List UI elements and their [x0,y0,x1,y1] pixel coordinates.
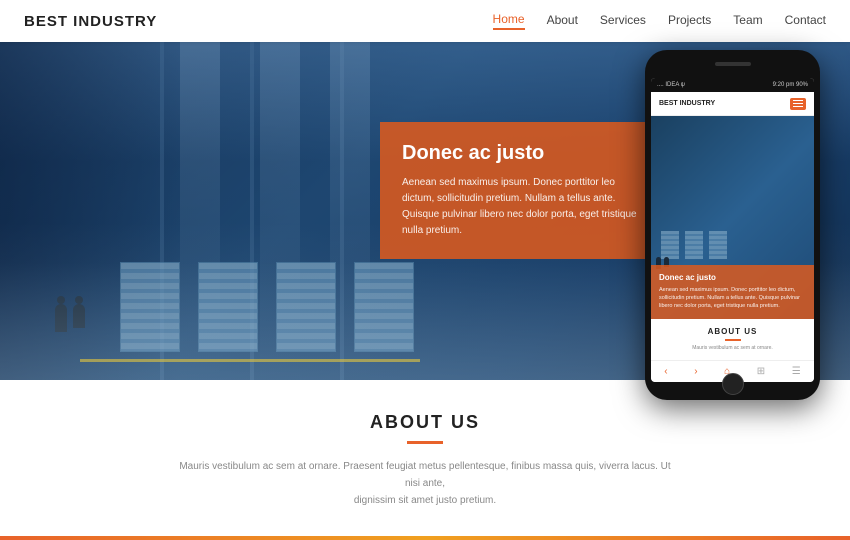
main-nav: Home About Services Projects Team Contac… [493,12,826,30]
phone-about-underline [725,339,741,341]
phone-door-1 [661,231,679,259]
site-logo: BEST INDUSTRY [24,13,157,30]
phone-hero-card: Donec ac justo Aenean sed maximus ipsum.… [651,265,814,319]
nav-services[interactable]: Services [600,13,646,29]
nav-about[interactable]: About [547,13,578,29]
about-text: Mauris vestibulum ac sem at ornare. Prae… [175,458,675,509]
phone-speaker [715,62,751,66]
phone-status-bar: .... IDEA ψ 9:20 pm 90% [651,78,814,92]
phone-home-button[interactable] [722,373,744,395]
nav-contact[interactable]: Contact [785,13,826,29]
phone-nav-back[interactable]: ‹ [664,366,667,377]
phone-hero: Donec ac justo Aenean sed maximus ipsum.… [651,116,814,319]
phone-hero-card-title: Donec ac justo [659,273,806,282]
about-section: ABOUT US Mauris vestibulum ac sem at orn… [0,380,850,540]
menu-line-3 [793,106,803,107]
phone-about-section: ABOUT US Mauris vestibulum ac sem at orn… [651,319,814,361]
hero-card: Donec ac justo Aenean sed maximus ipsum.… [380,122,660,259]
phone-door-3 [709,231,727,259]
phone-logo: BEST INDUSTRY [659,100,715,107]
nav-projects[interactable]: Projects [668,13,711,29]
phone-door-2 [685,231,703,259]
site-header: BEST INDUSTRY Home About Services Projec… [0,0,850,42]
nav-home[interactable]: Home [493,12,525,30]
about-underline [407,441,443,444]
hero-card-text: Aenean sed maximus ipsum. Donec porttito… [402,175,638,239]
phone-about-text: Mauris vestibulum ac sem at ornare. [659,345,806,353]
phone-status-right: 9:20 pm 90% [773,82,808,88]
phone-nav-forward[interactable]: › [694,366,697,377]
phone-garage-doors [661,231,727,259]
phone-status-left: .... IDEA ψ [657,82,685,88]
phone-mockup: .... IDEA ψ 9:20 pm 90% BEST INDUSTRY [645,50,820,400]
bottom-accent-bar [0,536,850,540]
phone-about-title: ABOUT US [659,327,806,336]
phone-body: .... IDEA ψ 9:20 pm 90% BEST INDUSTRY [645,50,820,400]
phone-screen: .... IDEA ψ 9:20 pm 90% BEST INDUSTRY [651,78,814,382]
phone-header: BEST INDUSTRY [651,92,814,116]
phone-nav-menu[interactable]: ☰ [792,366,801,377]
phone-hero-card-text: Aenean sed maximus ipsum. Donec porttito… [659,286,806,311]
about-title: ABOUT US [370,412,480,433]
nav-team[interactable]: Team [733,13,762,29]
phone-nav-bookmarks[interactable]: ⊞ [757,366,765,377]
hero-card-title: Donec ac justo [402,142,638,165]
phone-menu-button[interactable] [790,98,806,110]
menu-line-1 [793,100,803,101]
menu-line-2 [793,103,803,104]
